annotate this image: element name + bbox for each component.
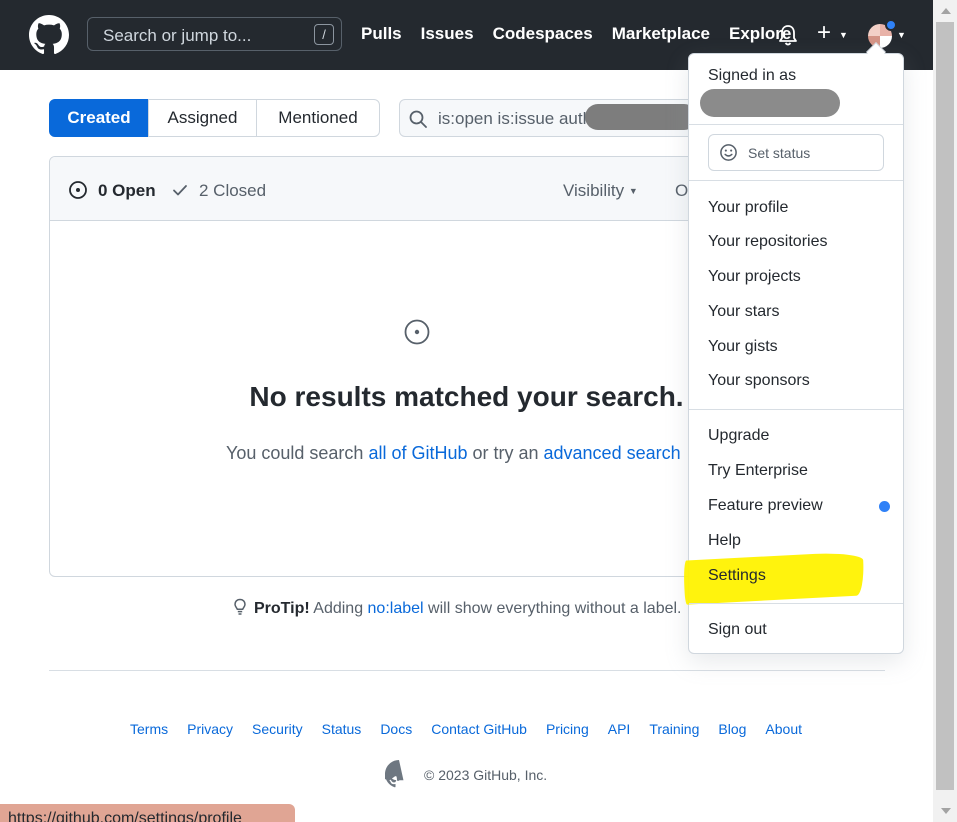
nav-pulls[interactable]: Pulls — [361, 24, 402, 44]
menu-divider — [689, 180, 903, 181]
plus-icon[interactable]: + — [817, 21, 831, 45]
issue-opened-icon — [404, 319, 430, 345]
feature-preview-dot-icon — [879, 501, 890, 512]
footer-link-docs[interactable]: Docs — [380, 721, 412, 737]
protip-text: Adding — [309, 600, 368, 617]
github-logo-icon[interactable] — [29, 15, 69, 55]
no-label-link[interactable]: no:label — [368, 600, 424, 617]
footer-link-privacy[interactable]: Privacy — [187, 721, 233, 737]
tab-assigned[interactable]: Assigned — [148, 99, 257, 137]
visibility-label: Visibility — [563, 181, 625, 200]
menu-item-your-repositories[interactable]: Your repositories — [708, 233, 827, 251]
nav-codespaces[interactable]: Codespaces — [493, 24, 593, 44]
menu-item-your-projects[interactable]: Your projects — [708, 268, 801, 286]
issues-list-box: 0 Open 2 Closed Visibility ▼ O — [49, 156, 709, 577]
redaction-mark — [585, 104, 697, 130]
smiley-icon — [720, 144, 737, 161]
advanced-search-link[interactable]: advanced search — [544, 443, 681, 463]
footer-link-security[interactable]: Security — [252, 721, 303, 737]
menu-divider — [689, 603, 903, 604]
tab-mentioned[interactable]: Mentioned — [256, 99, 380, 137]
search-placeholder: Search or jump to... — [103, 26, 252, 45]
menu-divider — [689, 124, 903, 125]
footer-link-about[interactable]: About — [765, 721, 802, 737]
blankslate-text: You could search all of GitHub or try an… — [226, 443, 696, 464]
check-icon — [173, 185, 187, 196]
footer-link-status[interactable]: Status — [322, 721, 362, 737]
menu-item-upgrade[interactable]: Upgrade — [708, 427, 769, 445]
global-search-input[interactable]: Search or jump to... / — [87, 17, 342, 51]
visibility-filter[interactable]: Visibility ▼ — [563, 181, 638, 201]
footer-link-training[interactable]: Training — [649, 721, 699, 737]
caret-down-icon[interactable]: ▼ — [897, 30, 906, 40]
filter-query-text: is:open is:issue auth — [438, 109, 593, 128]
signed-in-label: Signed in as — [708, 67, 797, 84]
set-status-button[interactable]: Set status — [708, 134, 884, 171]
footer-link-terms[interactable]: Terms — [130, 721, 168, 737]
caret-down-icon[interactable]: ▼ — [839, 30, 848, 40]
caret-down-icon: ▼ — [628, 186, 638, 196]
redaction-mark — [700, 89, 840, 117]
footer-links: Terms Privacy Security Status Docs Conta… — [130, 721, 802, 737]
nav-issues[interactable]: Issues — [421, 24, 474, 44]
footer-divider — [49, 670, 885, 671]
organization-filter[interactable]: O — [675, 181, 688, 201]
nav-marketplace[interactable]: Marketplace — [612, 24, 710, 44]
search-icon — [409, 110, 427, 128]
footer-link-blog[interactable]: Blog — [718, 721, 746, 737]
tab-created[interactable]: Created — [49, 99, 149, 137]
issue-opened-icon — [69, 181, 87, 199]
header-nav: Pulls Issues Codespaces Marketplace Expl… — [361, 24, 791, 44]
footer-link-api[interactable]: API — [608, 721, 631, 737]
blankslate-text-part: or try an — [467, 443, 544, 463]
protip: ProTip! Adding no:label will show everyt… — [232, 598, 687, 618]
scroll-down-arrow-icon[interactable] — [941, 808, 951, 814]
protip-text: will show everything without a label. — [423, 600, 682, 617]
menu-item-help[interactable]: Help — [708, 532, 741, 550]
menu-item-feature-preview[interactable]: Feature preview — [708, 497, 823, 515]
menu-item-your-profile[interactable]: Your profile — [708, 199, 788, 217]
bell-icon[interactable] — [778, 24, 798, 46]
notification-dot — [885, 19, 897, 31]
menu-item-your-stars[interactable]: Your stars — [708, 303, 779, 321]
menu-item-try-enterprise[interactable]: Try Enterprise — [708, 462, 808, 480]
menu-divider — [689, 409, 903, 410]
footer-link-pricing[interactable]: Pricing — [546, 721, 589, 737]
footer-link-contact[interactable]: Contact GitHub — [431, 721, 527, 737]
link-status-bar: https://github.com/settings/profile — [0, 804, 295, 822]
menu-item-your-sponsors[interactable]: Your sponsors — [708, 372, 810, 390]
menu-item-sign-out[interactable]: Sign out — [708, 621, 767, 639]
page-scrollbar[interactable] — [933, 0, 957, 822]
slash-shortcut-icon: / — [314, 24, 334, 45]
menu-item-settings[interactable]: Settings — [708, 567, 766, 585]
open-issues-count[interactable]: 0 Open — [98, 181, 156, 201]
set-status-label: Set status — [748, 145, 811, 161]
issues-list-header: 0 Open 2 Closed Visibility ▼ O — [50, 157, 708, 221]
copyright: © 2023 GitHub, Inc. — [424, 767, 548, 783]
protip-label: ProTip! — [254, 600, 310, 617]
github-logo-icon[interactable] — [385, 760, 413, 788]
blankslate-text-part: You could search — [226, 443, 369, 463]
closed-issues-count[interactable]: 2 Closed — [199, 181, 266, 201]
scroll-thumb[interactable] — [936, 22, 954, 790]
light-bulb-icon — [234, 598, 246, 615]
scroll-up-arrow-icon[interactable] — [941, 8, 951, 14]
menu-item-your-gists[interactable]: Your gists — [708, 338, 778, 356]
all-of-github-link[interactable]: all of GitHub — [368, 443, 467, 463]
